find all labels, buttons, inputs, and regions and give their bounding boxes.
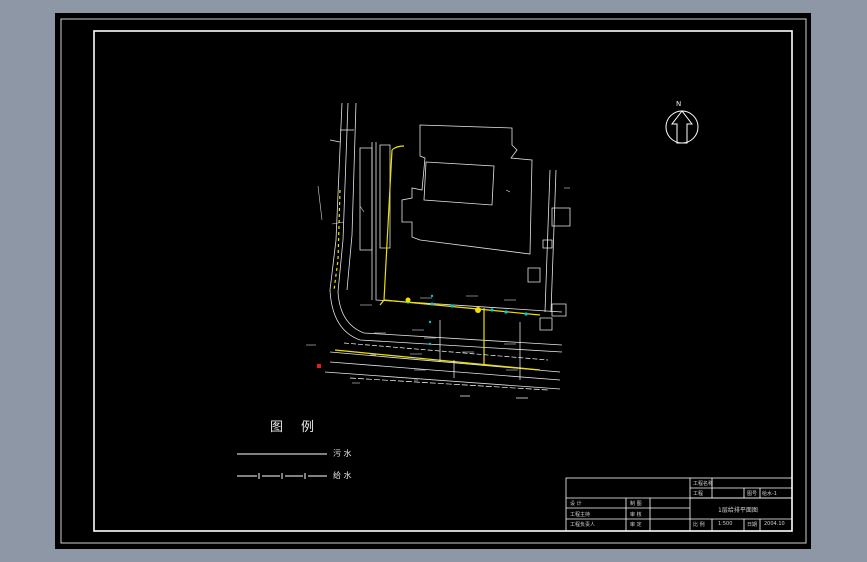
- legend-title-char: 例: [301, 420, 317, 435]
- legend-water-label: 给 水: [333, 471, 352, 480]
- tb-drawing-no-label: 图号: [747, 491, 758, 497]
- tb-scale-label: 比 例: [693, 522, 705, 528]
- tb-project-label: 工程: [693, 491, 704, 497]
- north-label: N: [676, 100, 682, 108]
- tb-drawing-title: 1层给排平面图: [718, 507, 758, 514]
- legend-title-char: 图: [270, 420, 286, 435]
- tb-row-mid: 制 图: [630, 501, 642, 507]
- tb-row-mid: 审 定: [630, 522, 642, 528]
- drawing-sheet: [55, 13, 811, 549]
- legend-sewage-label: 污 水: [333, 449, 352, 458]
- red-marker: [317, 364, 321, 368]
- tb-date-label: 日期: [747, 522, 758, 528]
- tb-project-name-label: 工程名称: [693, 481, 714, 487]
- tb-drawing-no: 给水-1: [762, 491, 777, 497]
- cad-drawing-canvas: [55, 13, 811, 549]
- legend-title: 图 例: [270, 416, 330, 435]
- tb-row-mid: 审 核: [630, 512, 642, 518]
- tb-row-left: 工程主持: [570, 512, 591, 518]
- tb-scale: 1:500: [718, 521, 733, 527]
- tb-date: 2004.10: [764, 521, 785, 527]
- tb-row-left: 设 计: [570, 501, 582, 507]
- tb-row-left: 工程负责人: [570, 522, 596, 528]
